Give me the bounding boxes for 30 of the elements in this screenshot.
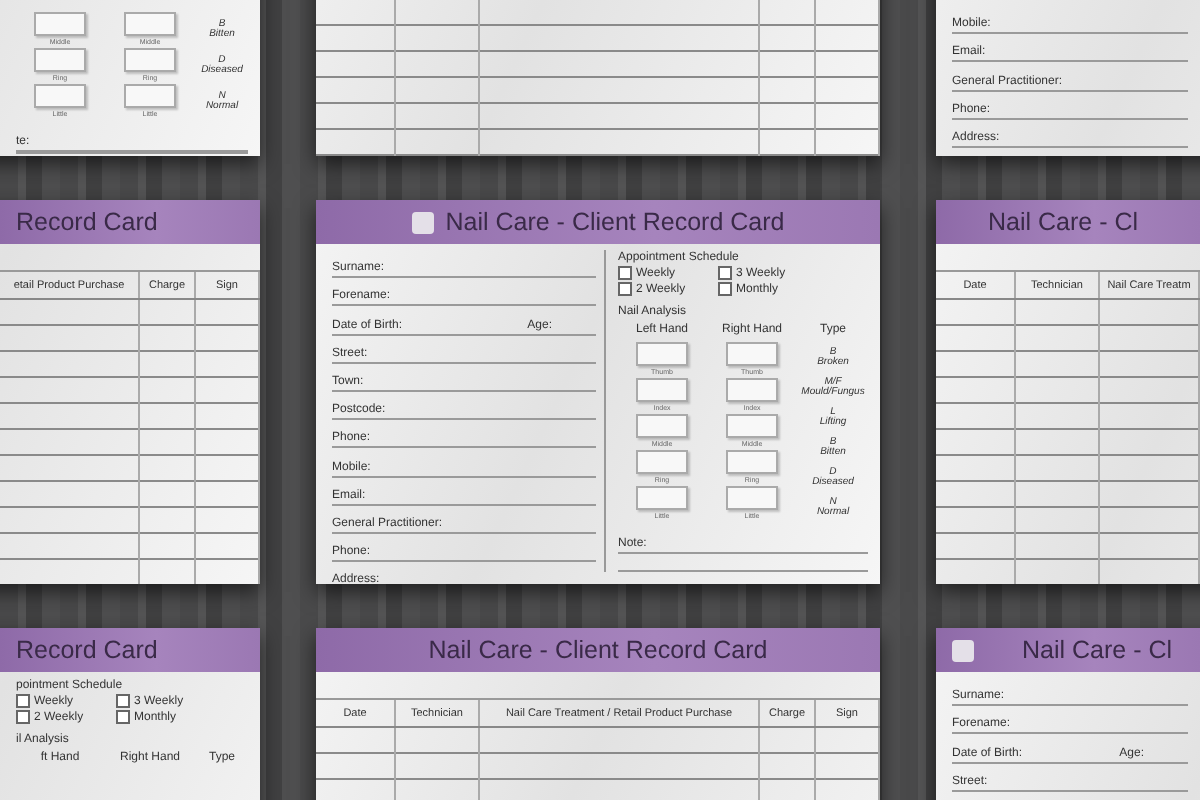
card-title: Record Card xyxy=(16,208,158,236)
card-title: Nail Care - Client Record Card xyxy=(428,636,768,664)
card-title: Record Card xyxy=(16,636,158,664)
nail-box xyxy=(726,378,778,402)
checkbox-icon[interactable] xyxy=(16,694,30,708)
checkbox-icon[interactable] xyxy=(718,266,732,280)
checkbox-icon[interactable] xyxy=(618,266,632,280)
card-title: Nail Care - Cl xyxy=(988,208,1139,236)
nail-box xyxy=(726,342,778,366)
nail-box xyxy=(726,486,778,510)
nail-box xyxy=(34,12,86,36)
checkbox-icon[interactable] xyxy=(116,710,130,724)
nail-box xyxy=(124,48,176,72)
card-title: Nail Care - Cl xyxy=(1022,636,1173,664)
checkbox-icon[interactable] xyxy=(116,694,130,708)
checkbox-icon[interactable] xyxy=(718,282,732,296)
nail-box xyxy=(124,84,176,108)
nail-box xyxy=(726,414,778,438)
nail-box xyxy=(636,414,688,438)
checkbox-icon[interactable] xyxy=(618,282,632,296)
nail-box xyxy=(34,48,86,72)
nail-box xyxy=(726,450,778,474)
nail-box xyxy=(636,450,688,474)
nail-box xyxy=(34,84,86,108)
nail-box xyxy=(636,342,688,366)
nail-box xyxy=(636,378,688,402)
card-title: Nail Care - Client Record Card xyxy=(445,208,785,236)
nail-box xyxy=(124,12,176,36)
nail-box xyxy=(636,486,688,510)
checkbox-icon[interactable] xyxy=(16,710,30,724)
